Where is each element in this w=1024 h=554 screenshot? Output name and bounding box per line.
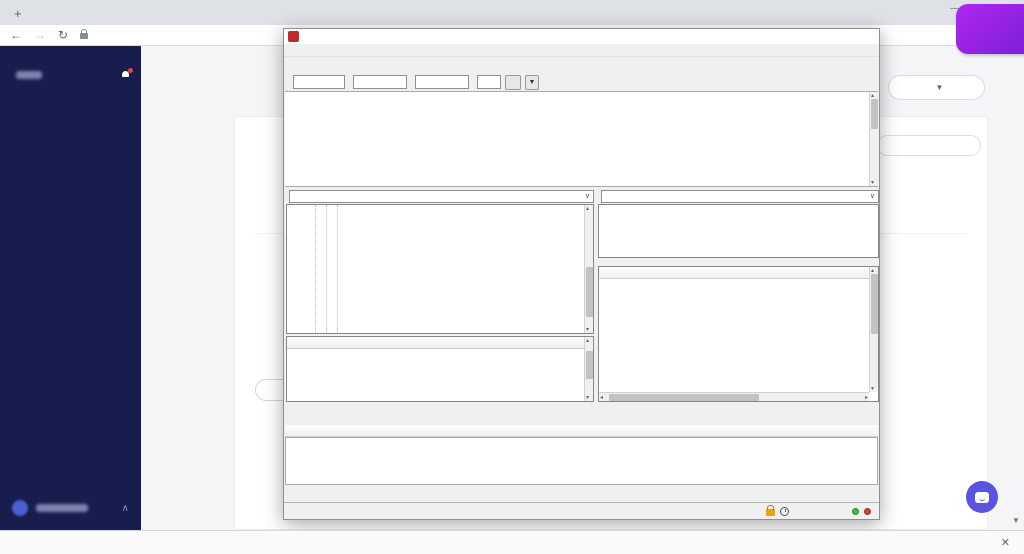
browser-tab-strip: + — ▢ ✕ (0, 0, 1024, 25)
quickconnect-button[interactable] (505, 74, 521, 90)
chevron-down-icon: ▼ (935, 83, 944, 92)
local-file-list[interactable] (286, 336, 594, 402)
port-input[interactable] (477, 75, 501, 89)
filezilla-toolbar (284, 57, 879, 73)
filezilla-titlebar[interactable] (284, 29, 879, 44)
filezilla-window[interactable]: ▼ ∨ (283, 28, 880, 520)
remote-list-scrollbar[interactable] (869, 267, 878, 392)
dropdown-caret-icon[interactable]: ▼ (1012, 516, 1020, 525)
filezilla-statusbar (284, 502, 879, 519)
remote-file-list[interactable] (598, 266, 879, 402)
transfer-queue[interactable] (285, 437, 878, 485)
local-path-combo[interactable]: ∨ (289, 189, 594, 203)
secure-lock-icon (766, 505, 775, 516)
back-icon[interactable]: ← (10, 28, 22, 42)
sidebar-collapse-icon[interactable]: ∧ (122, 503, 129, 514)
log-scrollbar[interactable] (869, 92, 878, 186)
jepista-watermark (956, 4, 1024, 54)
site-label-button[interactable] (877, 135, 981, 156)
username-redacted (36, 504, 88, 512)
password-input[interactable] (415, 75, 469, 89)
local-tree[interactable] (286, 204, 594, 334)
lock-icon (80, 29, 89, 39)
message-log (285, 91, 878, 187)
forward-icon[interactable]: → (34, 28, 46, 42)
sidebar-user[interactable]: ∧ (0, 500, 141, 516)
quickconnect-bar: ▼ (284, 73, 879, 91)
new-tab-button[interactable]: + (14, 6, 22, 21)
remote-list-hscrollbar[interactable] (599, 392, 869, 401)
local-status-text (288, 403, 592, 416)
filezilla-app-icon (288, 31, 299, 42)
local-site-header: ∨ (286, 189, 594, 203)
company-row[interactable] (0, 60, 141, 80)
remote-site-header: ∨ (598, 189, 879, 203)
company-name-redacted (16, 71, 42, 79)
status-led-green-icon (852, 507, 859, 515)
notification-bell-icon[interactable] (121, 68, 133, 80)
reload-icon[interactable]: ↻ (58, 28, 68, 42)
queue-header (285, 425, 878, 437)
kinsta-logo (0, 46, 141, 60)
chevron-down-icon: ∨ (584, 193, 590, 200)
env-switch-button[interactable]: ▼ (888, 75, 985, 100)
queue-clock-icon (780, 506, 789, 516)
downloads-bar: ✕ (0, 530, 1024, 554)
remote-tree[interactable] (598, 204, 879, 258)
chevron-down-icon: ∨ (869, 193, 875, 200)
status-led-red-icon (864, 507, 871, 515)
kinsta-sidebar: ∧ (0, 46, 141, 530)
remote-path-combo[interactable]: ∨ (601, 189, 879, 203)
host-input[interactable] (293, 75, 345, 89)
screen: + — ▢ ✕ ← → ↻ ∧ (0, 0, 1024, 554)
filezilla-menubar (284, 44, 879, 57)
local-list-scrollbar[interactable] (584, 337, 593, 401)
chat-icon (975, 491, 989, 503)
avatar (12, 500, 28, 516)
local-tree-scrollbar[interactable] (584, 205, 593, 333)
close-downloads-bar-icon[interactable]: ✕ (1001, 536, 1010, 549)
quickconnect-dropdown-icon[interactable]: ▼ (525, 74, 539, 90)
remote-status-text (604, 403, 874, 416)
username-input[interactable] (353, 75, 407, 89)
chat-bubble-button[interactable] (966, 481, 998, 513)
watermark-j-badge (956, 4, 1024, 54)
